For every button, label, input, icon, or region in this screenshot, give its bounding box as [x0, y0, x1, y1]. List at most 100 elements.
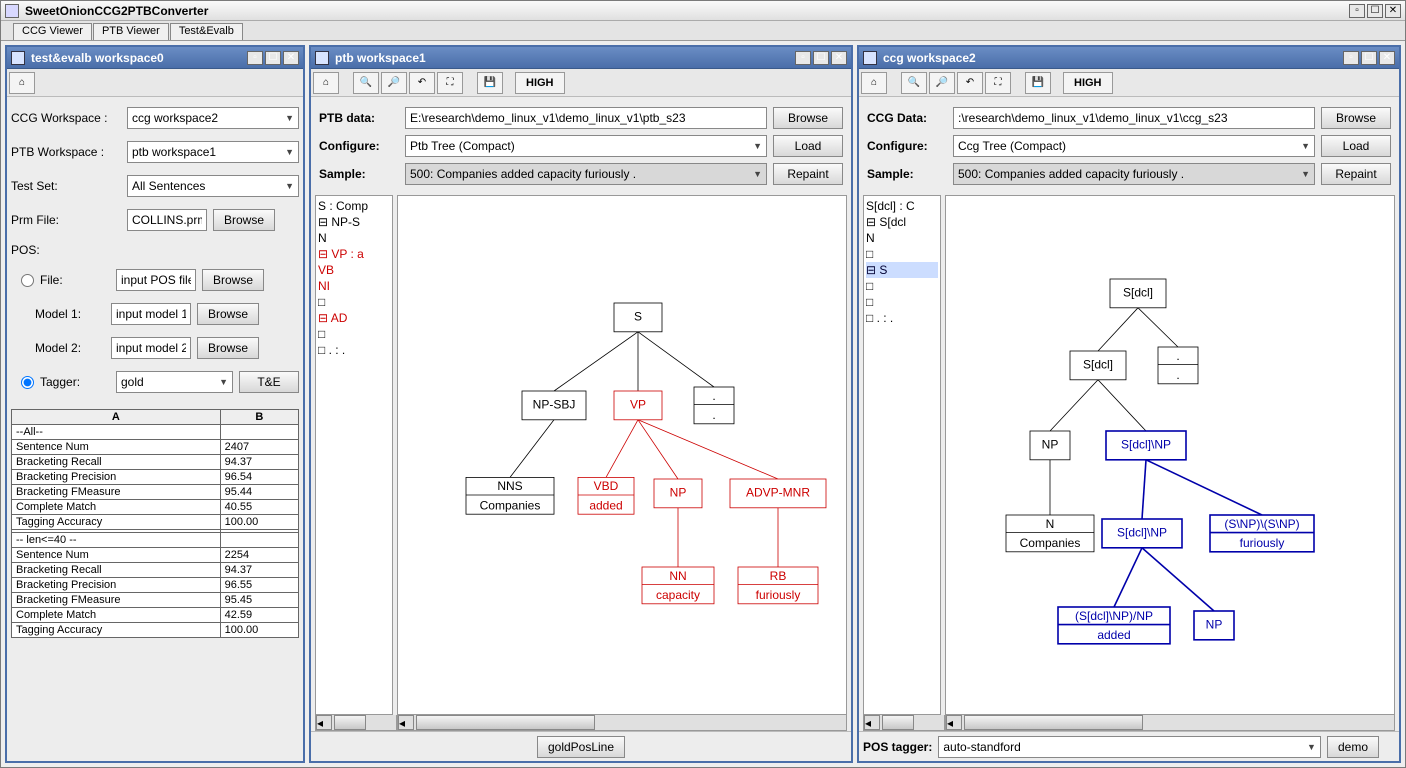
- svg-text:(S[dcl]\NP)/NP: (S[dcl]\NP)/NP: [1075, 609, 1153, 623]
- svg-text:ADVP-MNR: ADVP-MNR: [746, 486, 810, 500]
- ccg-repaint-button[interactable]: Repaint: [1321, 163, 1391, 185]
- panel-iconify-icon[interactable]: ▫: [247, 51, 263, 65]
- panel-close-icon[interactable]: ✕: [283, 51, 299, 65]
- tree-outline-item[interactable]: ⊟ S: [866, 262, 938, 278]
- model1-input[interactable]: [111, 303, 191, 325]
- tree-outline-item[interactable]: N: [866, 230, 938, 246]
- panel-max-icon[interactable]: ☐: [265, 51, 281, 65]
- zoom-in-icon[interactable]: 🔍: [901, 72, 927, 94]
- max-icon[interactable]: ☐: [1361, 51, 1377, 65]
- tree-outline-item[interactable]: S : Comp: [318, 198, 390, 214]
- model1-browse-button[interactable]: Browse: [197, 303, 259, 325]
- ptb-repaint-button[interactable]: Repaint: [773, 163, 843, 185]
- maximize-icon[interactable]: ☐: [1367, 4, 1383, 18]
- table-cell: 96.54: [220, 470, 298, 485]
- goldposline-button[interactable]: goldPosLine: [537, 736, 625, 758]
- scrollbar[interactable]: ◂: [863, 715, 945, 731]
- ptb-data-label: PTB data:: [319, 111, 399, 125]
- model2-input[interactable]: [111, 337, 191, 359]
- window-title: SweetOnionCCG2PTBConverter: [25, 4, 1349, 18]
- home-icon[interactable]: ⌂: [861, 72, 887, 94]
- pos-tagger-select[interactable]: auto-standford▼: [938, 736, 1321, 758]
- fit-icon[interactable]: ⛶: [437, 72, 463, 94]
- ccg-data-input[interactable]: [953, 107, 1315, 129]
- tab-ccg-viewer[interactable]: CCG Viewer: [13, 23, 92, 40]
- max-icon[interactable]: ☐: [813, 51, 829, 65]
- iconify-icon[interactable]: ▫: [1343, 51, 1359, 65]
- table-cell: 100.00: [220, 515, 298, 530]
- panel-title-text: test&evalb workspace0: [31, 51, 247, 65]
- tree-outline-item[interactable]: □: [866, 294, 938, 310]
- tree-outline-item[interactable]: □: [866, 278, 938, 294]
- ptb-ws-select[interactable]: ptb workspace1▼: [127, 141, 299, 163]
- pos-file-input[interactable]: [116, 269, 196, 291]
- home-icon[interactable]: ⌂: [9, 72, 35, 94]
- tab-ptb-viewer[interactable]: PTB Viewer: [93, 23, 169, 40]
- tree-outline-item[interactable]: □: [318, 294, 390, 310]
- iconify-icon[interactable]: ▫: [1349, 4, 1365, 18]
- table-cell: Bracketing FMeasure: [12, 593, 221, 608]
- fit-icon[interactable]: ⛶: [985, 72, 1011, 94]
- save-icon[interactable]: 💾: [1025, 72, 1051, 94]
- undo-icon[interactable]: ↶: [409, 72, 435, 94]
- tagger-select[interactable]: gold▼: [116, 371, 233, 393]
- tree-outline-item[interactable]: □: [866, 246, 938, 262]
- ccg-canvas[interactable]: S[dcl]S[dcl]..NPS[dcl]\NPNCompaniesS[dcl…: [945, 195, 1395, 715]
- tree-outline-item[interactable]: □ . : .: [866, 310, 938, 326]
- high-button[interactable]: HIGH: [515, 72, 565, 94]
- tree-outline-item[interactable]: □ . : .: [318, 342, 390, 358]
- undo-icon[interactable]: ↶: [957, 72, 983, 94]
- scrollbar[interactable]: ◂: [397, 715, 847, 731]
- ccg-sample-select[interactable]: 500: Companies added capacity furiously …: [953, 163, 1315, 185]
- ptb-load-button[interactable]: Load: [773, 135, 843, 157]
- table-cell: Tagging Accuracy: [12, 515, 221, 530]
- svg-text:S[dcl]: S[dcl]: [1123, 286, 1153, 300]
- testset-select[interactable]: All Sentences▼: [127, 175, 299, 197]
- ptb-data-input[interactable]: [405, 107, 767, 129]
- ccg-browse-button[interactable]: Browse: [1321, 107, 1391, 129]
- tree-outline-item[interactable]: ⊟ AD: [318, 310, 390, 326]
- ccg-conf-select[interactable]: Ccg Tree (Compact)▼: [953, 135, 1315, 157]
- prm-input[interactable]: [127, 209, 207, 231]
- iconify-icon[interactable]: ▫: [795, 51, 811, 65]
- scrollbar[interactable]: ◂: [945, 715, 1395, 731]
- zoom-in-icon[interactable]: 🔍: [353, 72, 379, 94]
- ptb-canvas[interactable]: SNP-SBJVP..NNSCompaniesVBDaddedNPADVP-MN…: [397, 195, 847, 715]
- ccg-load-button[interactable]: Load: [1321, 135, 1391, 157]
- table-cell: Sentence Num: [12, 440, 221, 455]
- scrollbar[interactable]: ◂: [315, 715, 397, 731]
- tree-outline-item[interactable]: □: [318, 326, 390, 342]
- ptb-browse-button[interactable]: Browse: [773, 107, 843, 129]
- table-cell: 100.00: [220, 623, 298, 638]
- tree-outline-item[interactable]: ⊟ S[dcl: [866, 214, 938, 230]
- ptb-tree-outline[interactable]: S : Comp⊟ NP-S N⊟ VP : a VB NI □⊟ AD □□ …: [315, 195, 393, 715]
- zoom-out-icon[interactable]: 🔎: [929, 72, 955, 94]
- te-button[interactable]: T&E: [239, 371, 299, 393]
- demo-button[interactable]: demo: [1327, 736, 1379, 758]
- tree-outline-item[interactable]: N: [318, 230, 390, 246]
- prm-browse-button[interactable]: Browse: [213, 209, 275, 231]
- tab-test-evalb[interactable]: Test&Evalb: [170, 23, 243, 40]
- pos-file-browse-button[interactable]: Browse: [202, 269, 264, 291]
- ccg-ws-select[interactable]: ccg workspace2▼: [127, 107, 299, 129]
- ccg-tree-outline[interactable]: S[dcl] : C⊟ S[dcl N □⊟ S □ □□ . : .: [863, 195, 941, 715]
- high-button[interactable]: HIGH: [1063, 72, 1113, 94]
- panel-icon: [863, 51, 877, 65]
- model2-browse-button[interactable]: Browse: [197, 337, 259, 359]
- pos-file-radio[interactable]: [21, 274, 34, 287]
- tree-outline-item[interactable]: ⊟ NP-S: [318, 214, 390, 230]
- close-icon[interactable]: ✕: [831, 51, 847, 65]
- save-icon[interactable]: 💾: [477, 72, 503, 94]
- ptb-sample-select[interactable]: 500: Companies added capacity furiously …: [405, 163, 767, 185]
- home-icon[interactable]: ⌂: [313, 72, 339, 94]
- ptb-conf-select[interactable]: Ptb Tree (Compact)▼: [405, 135, 767, 157]
- close-icon[interactable]: ✕: [1379, 51, 1395, 65]
- tree-outline-item[interactable]: S[dcl] : C: [866, 198, 938, 214]
- tree-outline-item[interactable]: ⊟ VP : a: [318, 246, 390, 262]
- tree-outline-item[interactable]: NI: [318, 278, 390, 294]
- pos-tagger-radio[interactable]: [21, 376, 34, 389]
- close-icon[interactable]: ✕: [1385, 4, 1401, 18]
- tree-outline-item[interactable]: VB: [318, 262, 390, 278]
- zoom-out-icon[interactable]: 🔎: [381, 72, 407, 94]
- svg-text:N: N: [1046, 517, 1055, 531]
